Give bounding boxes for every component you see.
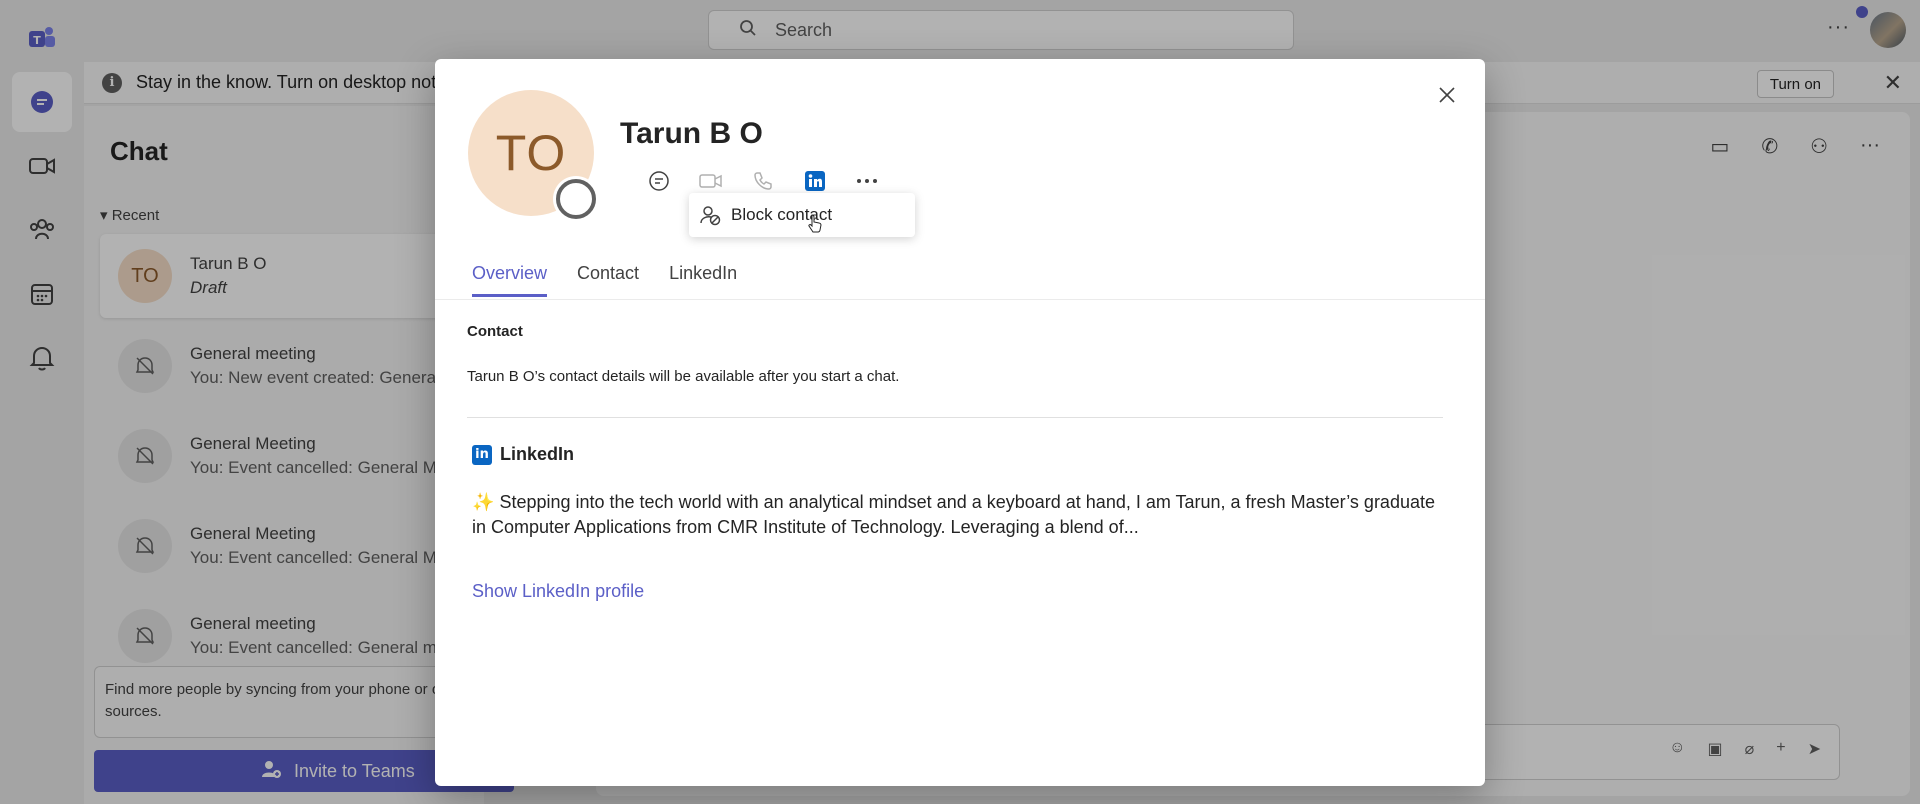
tab-overview[interactable]: Overview <box>472 263 548 297</box>
profile-card-dialog: TO Tarun B O Block contact Overview Cont… <box>435 59 1485 786</box>
tabs-divider <box>435 299 1485 300</box>
sparkles-icon: ✨ <box>472 492 495 512</box>
presence-status-icon <box>556 179 596 219</box>
chat-icon <box>649 171 669 191</box>
linkedin-logo-icon: in <box>472 444 492 465</box>
contact-details-text: Tarun B O’s contact details will be avai… <box>467 368 900 385</box>
linkedin-icon <box>805 171 825 191</box>
contact-section-title: Contact <box>467 323 523 340</box>
close-icon <box>1439 87 1455 103</box>
linkedin-section-title: LinkedIn <box>500 444 575 464</box>
tab-contact[interactable]: Contact <box>577 263 639 297</box>
block-contact-icon <box>700 206 721 226</box>
linkedin-section-header: in LinkedIn <box>472 444 574 465</box>
linkedin-bio: ✨ Stepping into the tech world with an a… <box>472 490 1452 540</box>
video-camera-icon <box>699 174 722 188</box>
tab-linkedin[interactable]: LinkedIn <box>669 263 737 297</box>
show-linkedin-profile-link[interactable]: Show LinkedIn profile <box>472 581 644 602</box>
chat-button[interactable] <box>633 163 685 199</box>
more-horizontal-icon <box>857 179 877 183</box>
close-button[interactable] <box>1431 79 1463 111</box>
block-contact-menu-item[interactable]: Block contact <box>689 193 915 237</box>
phone-icon <box>754 172 772 190</box>
section-divider <box>467 417 1443 418</box>
linkedin-bio-text: Stepping into the tech world with an ana… <box>472 492 1435 537</box>
profile-name: Tarun B O <box>620 117 763 150</box>
profile-tabs: Overview Contact LinkedIn <box>472 263 737 297</box>
mouse-cursor-icon <box>808 214 822 233</box>
